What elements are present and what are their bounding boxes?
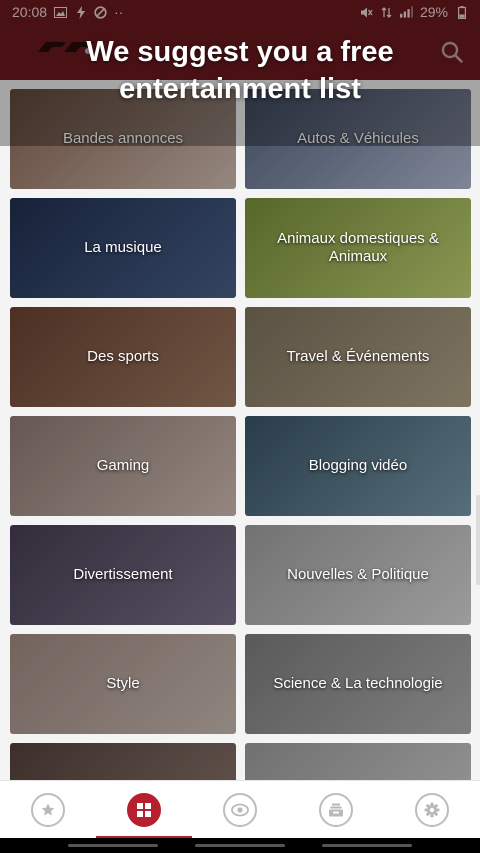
nav-icon-circle (127, 793, 161, 827)
category-tile[interactable] (245, 743, 471, 780)
inbox-icon (328, 802, 344, 818)
banner-line-2: entertainment list (119, 73, 361, 105)
nav-watch-button[interactable] (192, 781, 288, 839)
system-back-button[interactable] (321, 844, 412, 847)
suggestion-banner: We suggest you a free entertainment list (0, 0, 480, 146)
category-tile[interactable] (10, 743, 236, 780)
nav-favorites-button[interactable] (0, 781, 96, 839)
category-label: Style (106, 675, 140, 692)
category-grid-scroll[interactable]: Bandes annonces Autos & Véhicules La musiq… (0, 80, 480, 780)
system-home-button[interactable] (194, 844, 285, 847)
nav-categories-button[interactable] (96, 781, 192, 839)
star-icon (40, 802, 56, 818)
category-label: Blogging vidéo (308, 457, 408, 474)
bottom-navigation (0, 780, 480, 839)
category-tile[interactable]: Nouvelles & Politique (245, 525, 471, 625)
category-label: Travel & Événements (286, 348, 430, 365)
banner-title: We suggest you a free entertainment list (0, 34, 480, 108)
category-tile[interactable]: La musique (10, 198, 236, 298)
category-tile[interactable]: Science & La technologie (245, 634, 471, 734)
category-tile[interactable]: Des sports (10, 307, 236, 407)
thumbnail-overlay (10, 743, 236, 780)
category-label: Nouvelles & Politique (287, 566, 429, 583)
category-label: La musique (84, 239, 162, 256)
nav-library-button[interactable] (288, 781, 384, 839)
category-label: Gaming (96, 457, 150, 474)
category-label: Des sports (87, 348, 159, 365)
thumbnail-overlay (245, 743, 471, 780)
category-tile[interactable]: Travel & Événements (245, 307, 471, 407)
banner-line-1: We suggest you a free (86, 36, 394, 68)
nav-icon-circle (31, 793, 65, 827)
system-navigation-bar (0, 838, 480, 853)
category-tile[interactable]: Blogging vidéo (245, 416, 471, 516)
category-label: Animaux domestiques & Animaux (277, 230, 439, 265)
nav-icon-circle (319, 793, 353, 827)
category-tile[interactable]: Divertissement (10, 525, 236, 625)
grid-icon (136, 802, 152, 818)
eye-icon (231, 803, 249, 817)
category-tile[interactable]: Style (10, 634, 236, 734)
category-tile[interactable]: Gaming (10, 416, 236, 516)
system-recents-button[interactable] (68, 844, 159, 847)
scroll-handle[interactable] (476, 495, 480, 585)
nav-icon-circle (223, 793, 257, 827)
category-label: Science & La technologie (273, 675, 443, 692)
category-label: Divertissement (73, 566, 173, 583)
category-tile[interactable]: Animaux domestiques & Animaux (245, 198, 471, 298)
nav-icon-circle (415, 793, 449, 827)
settings-icon (424, 802, 440, 818)
nav-settings-button[interactable] (384, 781, 480, 839)
